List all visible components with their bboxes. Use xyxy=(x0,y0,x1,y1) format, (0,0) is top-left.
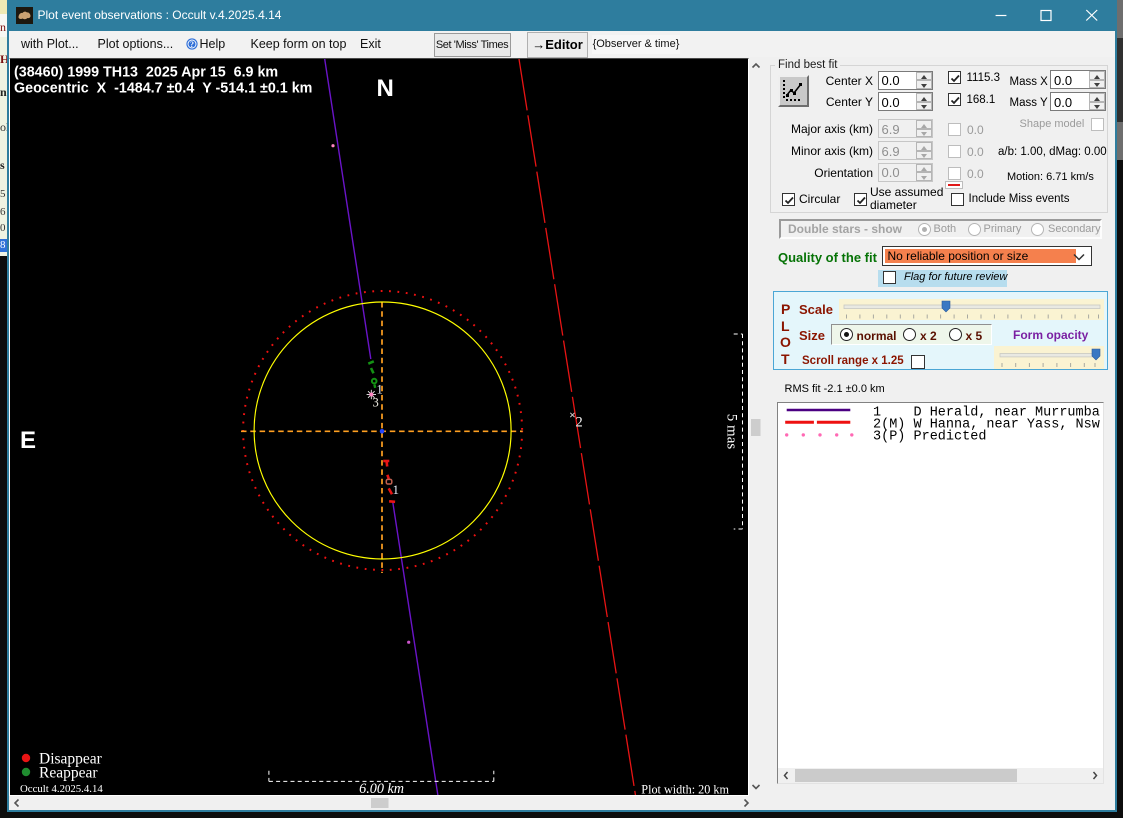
svg-text:E: E xyxy=(20,427,36,454)
svg-text:Occult 4.2025.4.14: Occult 4.2025.4.14 xyxy=(20,783,103,795)
svg-text:3(P) Predicted: 3(P) Predicted xyxy=(873,429,986,444)
svg-text:(38460) 1999 TH13 2025 Apr 15: (38460) 1999 TH13 2025 Apr 15 6.9 km xyxy=(14,64,278,80)
svg-text:Geocentric X -1484.7 ±0.4 Y: Geocentric X -1484.7 ±0.4 Y -514.1 ±0.1 … xyxy=(14,80,312,96)
svg-text:2: 2 xyxy=(576,414,583,430)
svg-text:6.00 km: 6.00 km xyxy=(359,781,404,795)
svg-text:1: 1 xyxy=(393,482,400,497)
svg-text:Plot width: 20 km: Plot width: 20 km xyxy=(641,782,729,795)
svg-text:5 mas: 5 mas xyxy=(724,413,740,449)
svg-text:3: 3 xyxy=(373,395,379,409)
svg-text:1: 1 xyxy=(377,382,383,396)
svg-text:?: ? xyxy=(190,40,194,49)
svg-text:Reappear: Reappear xyxy=(39,764,98,781)
svg-text:N: N xyxy=(377,75,394,102)
